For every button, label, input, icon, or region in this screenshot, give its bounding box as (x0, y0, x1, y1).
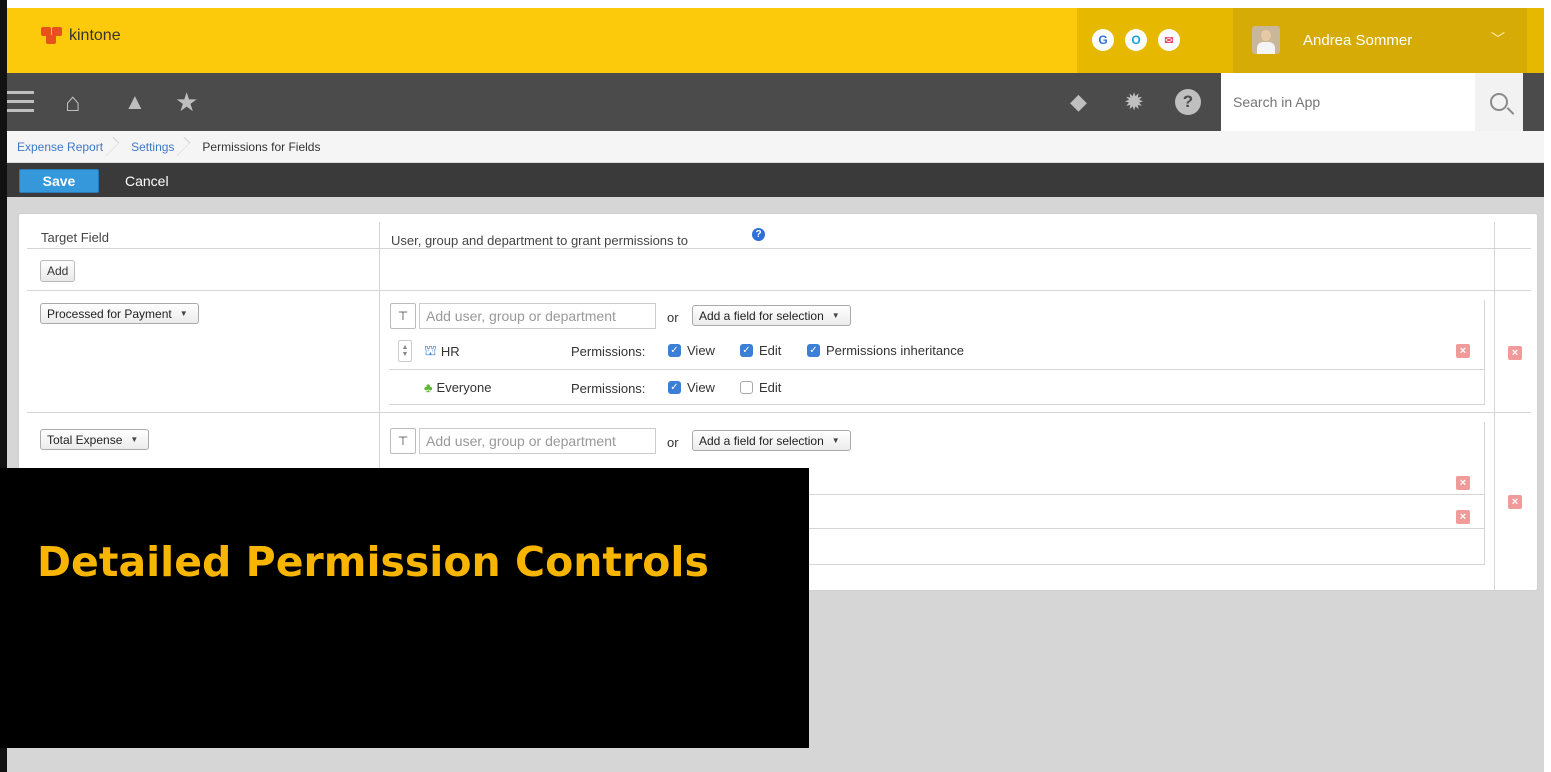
org-tree-icon[interactable]: ⊤ (390, 303, 416, 329)
home-icon[interactable]: ⌂ (65, 87, 81, 117)
field-selection-label: Add a field for selection (699, 433, 824, 448)
remove-entry-button[interactable]: × (1456, 476, 1470, 490)
checkbox-checked-icon: ✓ (740, 344, 753, 357)
caption-text: Detailed Permission Controls (37, 538, 709, 586)
cancel-button[interactable]: Cancel (125, 169, 169, 193)
search-icon (1490, 93, 1508, 111)
view-checkbox[interactable]: ✓ View (668, 343, 715, 358)
remove-entry-button[interactable]: × (1456, 344, 1470, 358)
entity-hr: ⛫ HR (424, 342, 460, 361)
department-icon: ⛫ (424, 342, 437, 358)
breadcrumb-current: Permissions for Fields (202, 139, 321, 154)
edit-checkbox[interactable]: ✓ Edit (740, 343, 781, 358)
dropdown-arrow-icon: ▼ (179, 309, 188, 318)
breadcrumb-app[interactable]: Expense Report (7, 131, 121, 163)
edit-label: Edit (759, 380, 782, 395)
chevron-down-icon[interactable]: ﹀ (1491, 29, 1505, 49)
checkbox-checked-icon: ✓ (668, 381, 681, 394)
search-box (1221, 73, 1475, 131)
dropdown-arrow-icon: ▼ (130, 435, 139, 444)
right-edge (1544, 0, 1551, 772)
row-divider (27, 412, 1531, 413)
or-label: or (667, 310, 679, 325)
search-button[interactable] (1475, 73, 1523, 131)
dropdown-arrow-icon: ▼ (831, 311, 840, 320)
kintone-logo[interactable]: kintone (41, 27, 121, 45)
menu-icon[interactable] (7, 88, 34, 116)
inherit-checkbox[interactable]: ✓ Permissions inheritance (807, 343, 964, 358)
office-o-icon[interactable]: O (1125, 29, 1147, 51)
dropdown-arrow-icon: ▼ (831, 436, 840, 445)
help-icon[interactable]: ? (1175, 89, 1201, 115)
gear-icon[interactable]: ✹ (1124, 88, 1144, 116)
brand-name: kintone (69, 27, 121, 44)
inherit-label: Permissions inheritance (826, 343, 965, 358)
entity-search-input[interactable]: Add user, group or department (419, 428, 656, 454)
user-name[interactable]: Andrea Sommer (1303, 32, 1412, 49)
target-field-select[interactable]: Total Expense ▼ (40, 429, 150, 450)
action-bar: Save Cancel (7, 163, 1544, 197)
edit-label: Edit (759, 343, 782, 358)
entry-divider (389, 369, 1485, 370)
org-tree-icon[interactable]: ⊤ (390, 428, 416, 454)
search-input[interactable] (1233, 94, 1463, 110)
col-grant: User, group and department to grant perm… (391, 233, 688, 248)
reorder-stepper[interactable]: ▲ ▼ (398, 340, 412, 362)
kintone-logo-icon (41, 27, 63, 45)
view-label: View (687, 380, 715, 395)
entry-box-right (1484, 300, 1485, 404)
help-bubble-icon[interactable]: ? (752, 228, 765, 241)
entity-name: Everyone (436, 380, 492, 395)
add-row-button[interactable]: Add (40, 260, 76, 282)
remove-entry-button[interactable]: × (1456, 510, 1470, 524)
field-selection-select[interactable]: Add a field for selection ▼ (692, 305, 851, 326)
avatar[interactable] (1252, 26, 1280, 54)
star-icon[interactable]: ★ (175, 87, 198, 117)
or-label: or (667, 435, 679, 450)
view-label: View (687, 343, 715, 358)
permissions-label: Permissions: (571, 381, 646, 396)
breadcrumb-settings[interactable]: Settings (121, 131, 192, 163)
row-divider (27, 290, 1531, 291)
save-button[interactable]: Save (19, 169, 99, 193)
breadcrumb: Expense Report Settings Permissions for … (7, 131, 1544, 163)
guide-cap-icon[interactable]: ◆ (1070, 88, 1087, 116)
target-field-select[interactable]: Processed for Payment ▼ (40, 303, 199, 324)
field-selection-select[interactable]: Add a field for selection ▼ (692, 430, 851, 451)
remove-row-button[interactable]: × (1508, 346, 1522, 360)
view-checkbox[interactable]: ✓ View (668, 380, 715, 395)
garoon-g-icon[interactable]: G (1092, 29, 1114, 51)
remove-row-button[interactable]: × (1508, 495, 1522, 509)
caption-overlay: Detailed Permission Controls (0, 468, 809, 748)
checkbox-checked-icon: ✓ (668, 344, 681, 357)
entity-search-input[interactable]: Add user, group or department (419, 303, 656, 329)
permissions-label: Permissions: (571, 344, 646, 359)
entry-divider (389, 404, 1485, 405)
target-field-value: Processed for Payment (47, 306, 172, 321)
bell-icon[interactable]: ▲ (124, 88, 146, 116)
entry-box-right (1484, 422, 1485, 564)
checkbox-checked-icon: ✓ (807, 344, 820, 357)
entity-everyone: ♣ Everyone (424, 380, 491, 395)
column-divider-right (1494, 222, 1495, 590)
checkbox-empty-icon (740, 381, 753, 394)
field-selection-label: Add a field for selection (699, 308, 824, 323)
edit-checkbox[interactable]: Edit (740, 380, 781, 395)
header-divider (27, 248, 1531, 249)
top-edge (0, 0, 1551, 8)
top-bar: kintone G O ✉ Andrea Sommer ﹀ (7, 8, 1544, 73)
entity-name: HR (440, 344, 460, 359)
everyone-group-icon: ♣ (424, 380, 433, 395)
col-target-field: Target Field (41, 230, 109, 245)
target-field-value: Total Expense (47, 432, 123, 447)
mail-icon[interactable]: ✉ (1158, 29, 1180, 51)
